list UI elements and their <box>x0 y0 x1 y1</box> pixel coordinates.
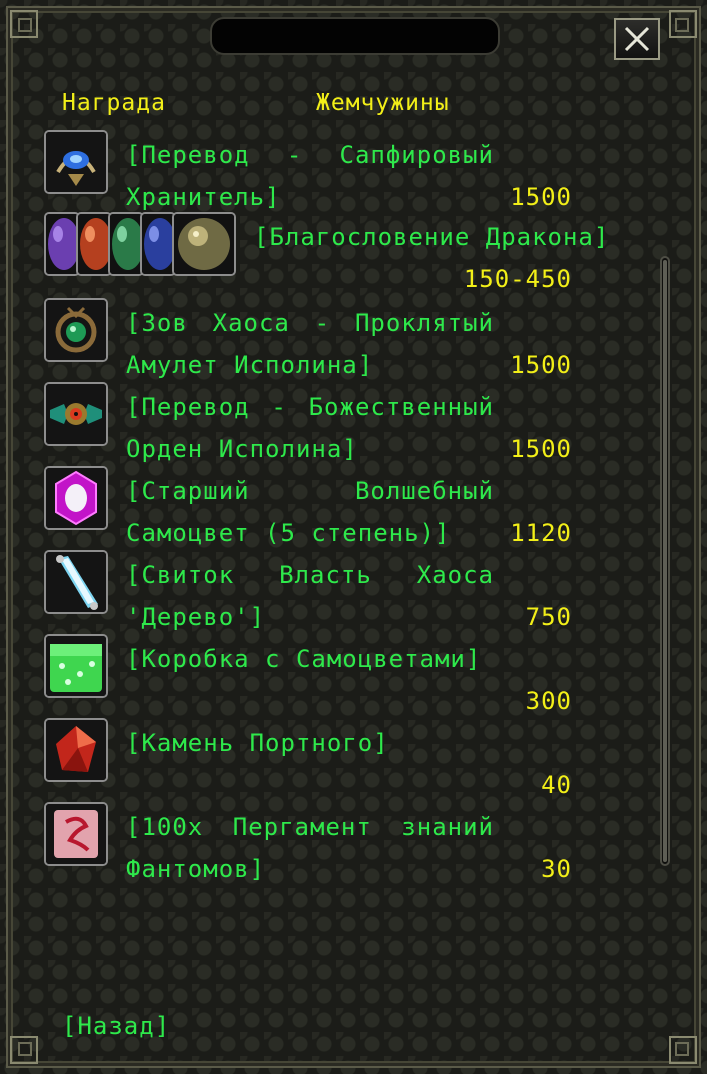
reward-item[interactable]: [Перевод - Сапфировый Хранитель] 1500 <box>0 130 640 214</box>
tailor-stone-icon <box>44 718 108 782</box>
title-bar <box>210 17 500 55</box>
pearls-column-header: Жемчужины <box>316 90 450 116</box>
corner-ornament <box>4 4 48 48</box>
scroll-thumb[interactable] <box>663 260 667 862</box>
cursed-amulet-icon <box>44 298 108 362</box>
golden-orb-icon <box>172 212 236 276</box>
reward-exchange-window: Награда Жемчужины [Перевод - Сапфировый … <box>0 0 707 1074</box>
reward-item[interactable]: [100х Пергамент знаний Фантомов] 30 <box>0 802 640 886</box>
reward-name[interactable]: [100х Пергамент знаний Фантомов] <box>126 806 494 890</box>
reward-item[interactable]: [Перевод - Божественный Орден Исполина] … <box>0 382 640 466</box>
reward-item[interactable]: [Камень Портного] 40 <box>0 718 640 802</box>
reward-item[interactable]: [Свиток Власть Хаоса 'Дерево'] 750 <box>0 550 640 634</box>
reward-price: 40 <box>541 771 572 799</box>
reward-name[interactable]: [Благословение Дракона] <box>254 216 634 258</box>
reward-name[interactable]: [Перевод - Сапфировый Хранитель] <box>126 134 494 218</box>
corner-ornament <box>4 1026 48 1070</box>
gem-box-icon <box>44 634 108 698</box>
reward-item[interactable]: [Старший Волшебный Самоцвет (5 степень)]… <box>0 466 640 550</box>
reward-name[interactable]: [Коробка с Самоцветами] <box>126 638 494 680</box>
reward-item[interactable]: [Коробка с Самоцветами] 300 <box>0 634 640 718</box>
reward-price: 300 <box>525 687 572 715</box>
reward-price: 30 <box>541 855 572 883</box>
blue-orb-icon <box>140 212 176 276</box>
reward-price: 1120 <box>510 519 572 547</box>
reward-name[interactable]: [Перевод - Божественный Орден Исполина] <box>126 386 494 470</box>
reward-price: 750 <box>525 603 572 631</box>
corner-ornament <box>659 4 703 48</box>
reward-name[interactable]: [Зов Хаоса - Проклятый Амулет Исполина] <box>126 302 494 386</box>
close-icon <box>624 26 650 52</box>
reward-item[interactable]: [Зов Хаоса - Проклятый Амулет Исполина] … <box>0 298 640 382</box>
reward-name[interactable]: [Старший Волшебный Самоцвет (5 степень)] <box>126 470 494 554</box>
reward-price: 1500 <box>510 435 572 463</box>
chaos-scroll-icon <box>44 550 108 614</box>
purple-orb-icon <box>44 212 80 276</box>
dragon-blessing-orbs-icon <box>0 212 240 282</box>
phantom-parchment-icon <box>44 802 108 866</box>
close-button[interactable] <box>614 18 660 60</box>
reward-name[interactable]: [Свиток Власть Хаоса 'Дерево'] <box>126 554 494 638</box>
red-orb-icon <box>76 212 112 276</box>
reward-item[interactable]: [Благословение Дракона] 150-450 <box>0 212 640 296</box>
reward-price: 1500 <box>510 351 572 379</box>
reward-price: 150-450 <box>463 265 572 293</box>
reward-column-header: Награда <box>62 90 166 116</box>
green-orb-icon <box>108 212 144 276</box>
back-button[interactable]: [Назад] <box>62 1012 170 1040</box>
corner-ornament <box>659 1026 703 1070</box>
magic-gem-icon <box>44 466 108 530</box>
reward-name[interactable]: [Камень Портного] <box>126 722 494 764</box>
sapphire-guardian-icon <box>44 130 108 194</box>
scrollbar[interactable] <box>660 256 670 866</box>
divine-order-icon <box>44 382 108 446</box>
